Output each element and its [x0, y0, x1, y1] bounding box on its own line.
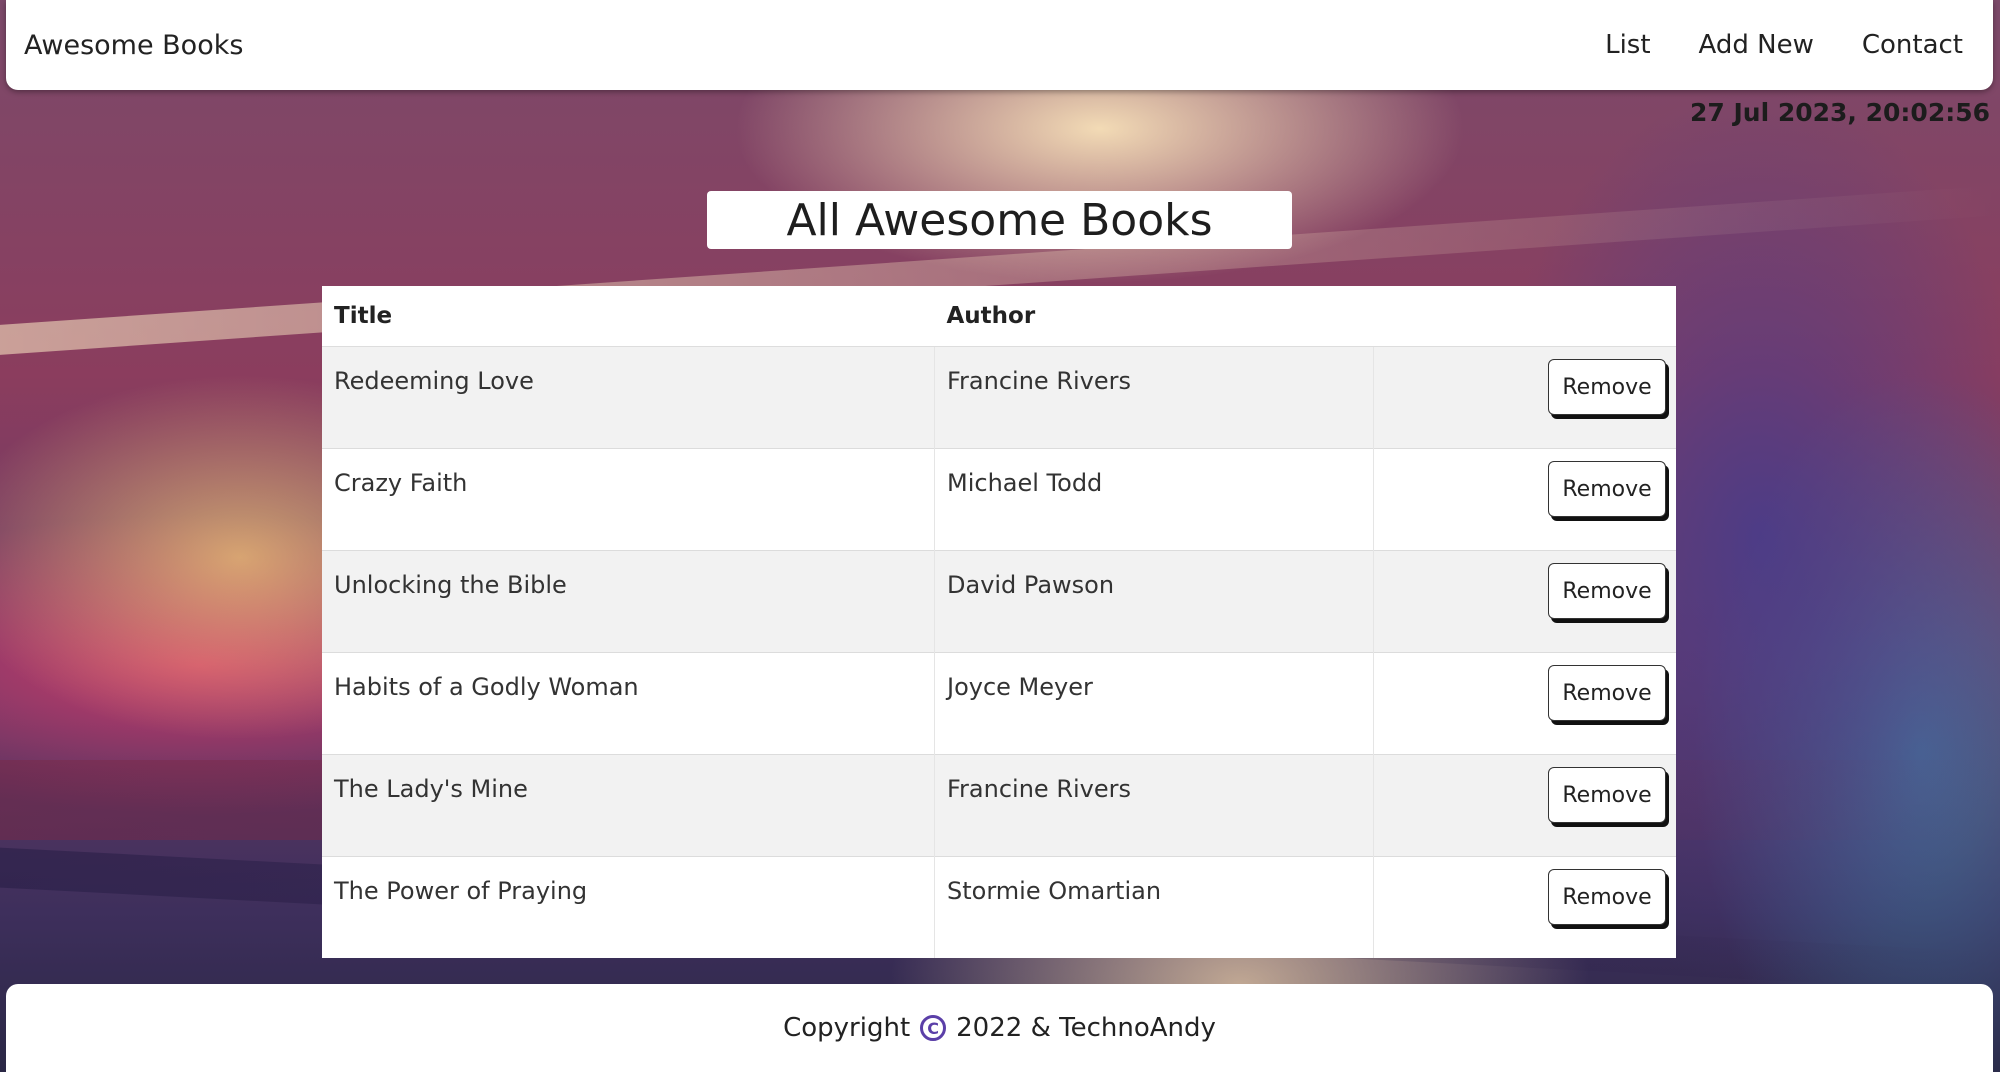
table-row: Redeeming Love Francine Rivers Remove — [322, 346, 1676, 449]
book-title: The Power of Praying — [322, 856, 935, 958]
page-title-container: All Awesome Books — [707, 191, 1292, 249]
copyright-icon: C — [920, 1015, 947, 1041]
column-header-action — [1373, 286, 1676, 347]
table-row: Unlocking the Bible David Pawson Remove — [322, 550, 1676, 653]
book-title: Redeeming Love — [322, 346, 935, 449]
page-title: All Awesome Books — [786, 194, 1213, 246]
table-row: Crazy Faith Michael Todd Remove — [322, 448, 1676, 551]
book-title: Unlocking the Bible — [322, 550, 935, 653]
action-cell: Remove — [1373, 652, 1676, 755]
action-cell: Remove — [1373, 856, 1676, 958]
book-author: David Pawson — [934, 550, 1374, 653]
column-header-author: Author — [934, 286, 1374, 347]
navbar: Awesome Books List Add New Contact — [6, 0, 1993, 90]
remove-button[interactable]: Remove — [1548, 461, 1666, 517]
current-datetime: 27 Jul 2023, 20:02:56 — [1689, 98, 1990, 127]
action-cell: Remove — [1373, 754, 1676, 857]
remove-button[interactable]: Remove — [1548, 665, 1666, 721]
book-title: Crazy Faith — [322, 448, 935, 551]
remove-button[interactable]: Remove — [1548, 563, 1666, 619]
book-title: The Lady's Mine — [322, 754, 935, 857]
remove-button[interactable]: Remove — [1548, 359, 1666, 415]
nav-links: List Add New Contact — [1605, 30, 1963, 60]
nav-link-contact[interactable]: Contact — [1862, 30, 1963, 60]
nav-link-add-new[interactable]: Add New — [1699, 30, 1814, 60]
table-header-row: Title Author — [322, 286, 1676, 347]
brand-logo[interactable]: Awesome Books — [24, 30, 243, 61]
table-row: Habits of a Godly Woman Joyce Meyer Remo… — [322, 652, 1676, 755]
copyright-label: Copyright — [783, 1013, 911, 1043]
remove-button[interactable]: Remove — [1548, 869, 1666, 925]
books-table: Title Author Redeeming Love Francine Riv… — [322, 286, 1676, 958]
action-cell: Remove — [1373, 550, 1676, 653]
book-author: Francine Rivers — [934, 754, 1374, 857]
book-author: Francine Rivers — [934, 346, 1374, 449]
book-author: Michael Todd — [934, 448, 1374, 551]
action-cell: Remove — [1373, 448, 1676, 551]
book-title: Habits of a Godly Woman — [322, 652, 935, 755]
column-header-title: Title — [322, 286, 935, 347]
action-cell: Remove — [1373, 346, 1676, 449]
table-row: The Lady's Mine Francine Rivers Remove — [322, 754, 1676, 857]
table-row: The Power of Praying Stormie Omartian Re… — [322, 856, 1676, 958]
remove-button[interactable]: Remove — [1548, 767, 1666, 823]
book-author: Stormie Omartian — [934, 856, 1374, 958]
book-author: Joyce Meyer — [934, 652, 1374, 755]
footer: Copyright C 2022 & TechnoAndy — [6, 984, 1993, 1072]
copyright-year-owner: 2022 & TechnoAndy — [956, 1013, 1216, 1043]
nav-link-list[interactable]: List — [1605, 30, 1650, 60]
